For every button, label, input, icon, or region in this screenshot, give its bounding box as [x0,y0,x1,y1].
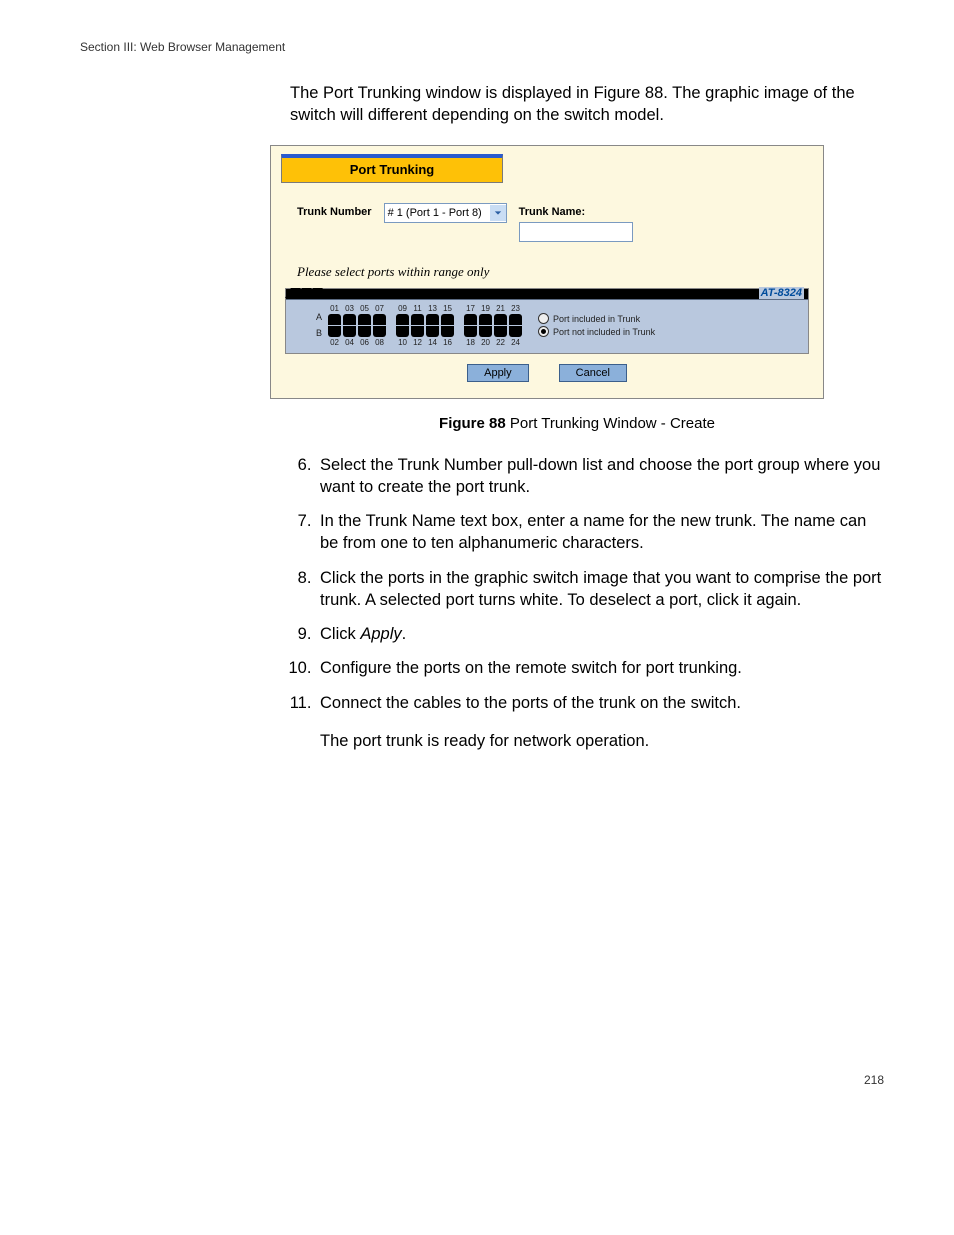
legend: Port included in Trunk Port not included… [538,313,655,337]
port-number: 15 [441,304,454,313]
port[interactable] [494,326,507,337]
page-number: 218 [80,1073,884,1087]
port-number: 23 [509,304,522,313]
port-number: 10 [396,338,409,347]
port-number: 12 [411,338,424,347]
form-row: Trunk Number # 1 (Port 1 - Port 8) Trunk… [271,191,823,246]
port[interactable] [464,326,477,337]
radio-included-icon [538,313,549,324]
port-number: 09 [396,304,409,313]
port[interactable] [464,314,477,325]
port[interactable] [426,326,439,337]
steps-list: Select the Trunk Number pull-down list a… [288,454,884,714]
port-number: 04 [343,338,356,347]
vendor-logo-icon [288,288,321,298]
port[interactable] [411,314,424,325]
intro-paragraph: The Port Trunking window is displayed in… [290,82,884,127]
step-10: Configure the ports on the remote switch… [316,657,884,679]
port-grid: 010305070911131517192123 020406081012141… [328,304,530,347]
port[interactable] [509,326,522,337]
port[interactable] [343,314,356,325]
port-number: 19 [479,304,492,313]
port[interactable] [328,314,341,325]
port-number: 21 [494,304,507,313]
port[interactable] [358,314,371,325]
port-trunking-window: Port Trunking Trunk Number # 1 (Port 1 -… [270,145,824,399]
trunk-number-select[interactable]: # 1 (Port 1 - Port 8) [384,203,507,223]
apply-button[interactable]: Apply [467,364,529,382]
port[interactable] [396,326,409,337]
port-number: 08 [373,338,386,347]
switch-graphic: AT-8324 A B 010305070911131517192123 020… [285,288,809,354]
port[interactable] [441,314,454,325]
port-range-hint: Please select ports within range only [271,246,823,286]
row-a-label: A [316,312,322,322]
port[interactable] [358,326,371,337]
port[interactable] [441,326,454,337]
port-number: 02 [328,338,341,347]
legend-included: Port included in Trunk [553,314,640,324]
port-number: 17 [464,304,477,313]
port-number: 14 [426,338,439,347]
port[interactable] [373,314,386,325]
figure-caption: Figure 88 Port Trunking Window - Create [270,415,884,432]
closing-line: The port trunk is ready for network oper… [320,730,884,752]
trunk-name-label: Trunk Name: [519,203,633,218]
port-number: 24 [509,338,522,347]
port-number: 20 [479,338,492,347]
port-number: 03 [343,304,356,313]
step-11: Connect the cables to the ports of the t… [316,692,884,714]
port-number: 01 [328,304,341,313]
window-title: Port Trunking [281,154,503,183]
step-9: Click Apply. [316,623,884,645]
chevron-down-icon[interactable] [490,205,506,221]
port[interactable] [509,314,522,325]
trunk-number-value: # 1 (Port 1 - Port 8) [388,207,482,219]
radio-not-included-icon [538,326,549,337]
trunk-name-input[interactable] [519,222,633,242]
port-number: 18 [464,338,477,347]
port[interactable] [494,314,507,325]
cancel-button[interactable]: Cancel [559,364,627,382]
trunk-number-label: Trunk Number [297,203,372,218]
port[interactable] [396,314,409,325]
port-number: 16 [441,338,454,347]
port[interactable] [479,314,492,325]
step-7: In the Trunk Name text box, enter a name… [316,510,884,555]
figure-88: Port Trunking Trunk Number # 1 (Port 1 -… [270,145,884,432]
page-header: Section III: Web Browser Management [80,40,884,54]
port[interactable] [373,326,386,337]
port-number: 05 [358,304,371,313]
row-b-label: B [316,328,322,338]
port[interactable] [343,326,356,337]
port-number: 07 [373,304,386,313]
port-number: 22 [494,338,507,347]
step-8: Click the ports in the graphic switch im… [316,567,884,612]
port-number: 13 [426,304,439,313]
port[interactable] [426,314,439,325]
port[interactable] [328,326,341,337]
step-6: Select the Trunk Number pull-down list a… [316,454,884,499]
port-number: 11 [411,304,424,313]
switch-model: AT-8324 [759,287,804,299]
port[interactable] [479,326,492,337]
port-number: 06 [358,338,371,347]
port[interactable] [411,326,424,337]
legend-not-included: Port not included in Trunk [553,327,655,337]
